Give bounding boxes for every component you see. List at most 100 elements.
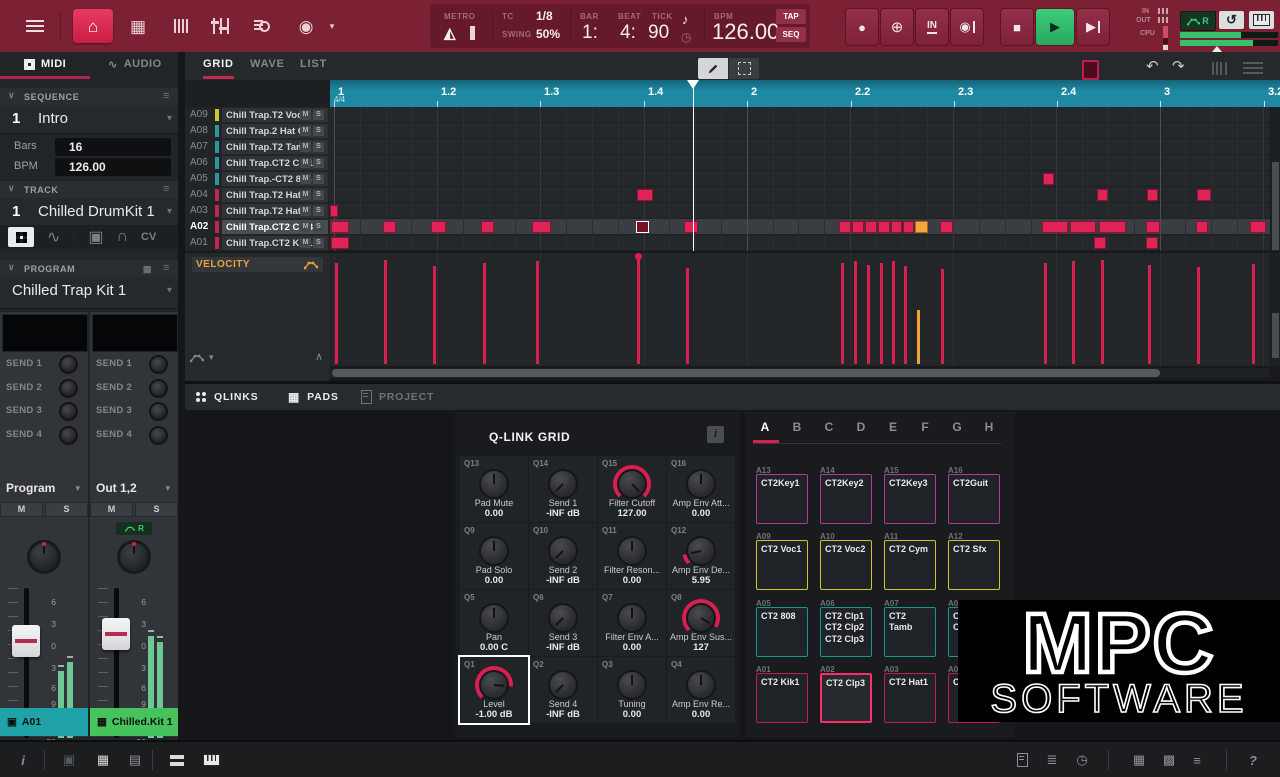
velocity-bar[interactable] [880,263,883,364]
pad-bank-c[interactable]: C [817,420,841,434]
qlink-q9[interactable]: Q9Pad Solo0.00 [460,523,528,589]
marquee-tool-button[interactable] [729,58,759,79]
note-grid[interactable] [330,107,1270,251]
browser-button[interactable] [242,9,282,43]
note-value-icon[interactable]: ♪ [682,12,689,27]
pad-bank-f[interactable]: F [913,420,937,434]
pad-bank-e[interactable]: E [881,420,905,434]
keyboard-icon[interactable] [202,751,220,769]
velocity-bar[interactable] [483,263,486,364]
track-solo-button[interactable]: S [313,110,324,120]
strip-automation-button[interactable]: R [116,522,152,535]
velocity-bar[interactable] [1197,267,1200,364]
velocity-bar[interactable] [904,266,907,364]
track-mute-button[interactable]: M [300,238,311,248]
bpm-field[interactable]: 126.00 [55,158,171,176]
horizontal-scrollbar[interactable] [330,368,1270,378]
send-knob[interactable] [149,355,168,374]
track-row[interactable]: A03Chill Trap.T2 Hat1MS [185,203,330,219]
velocity-bar[interactable] [917,310,920,364]
pad-a11[interactable]: CT2 Cym [884,540,936,590]
velocity-vertical-scrollbar[interactable] [1271,253,1280,366]
velocity-bar[interactable] [536,261,539,364]
audition-icon[interactable] [1212,62,1232,75]
qlink-q14[interactable]: Q14Send 1-INF dB [529,456,597,522]
track-row[interactable]: A01Chill Trap.CT2 Kik1MS [185,235,330,251]
pencil-tool-button[interactable] [698,58,728,79]
midi-note[interactable] [636,221,649,233]
tab-midi[interactable]: MIDI [24,52,66,76]
qlink-q5[interactable]: Q5Pan0.00 C [460,590,528,656]
info-icon[interactable]: i [14,751,32,769]
qlink-q1[interactable]: Q1Level-1.00 dB [460,657,528,723]
velocity-lane[interactable] [330,253,1270,366]
qlink-q8[interactable]: Q8Amp Env Sus...127 [667,590,735,656]
pad-a13[interactable]: CT2Key1 [756,474,808,524]
pad-banks-icon[interactable] [168,751,186,769]
tab-grid[interactable]: GRID [203,52,234,79]
global-automation-button[interactable]: R [1180,11,1216,31]
track-solo-button[interactable]: S [313,142,324,152]
overview-icon[interactable]: ▦ [1130,751,1148,769]
stop-button[interactable]: ■ [1000,8,1034,46]
strip-name-label[interactable]: ▦Chilled.Kit 1 [90,708,178,736]
midi-note[interactable] [684,221,698,233]
info-button[interactable]: i [707,426,724,443]
track-type-midi-icon[interactable]: ∩ [117,228,129,246]
midi-note[interactable] [1042,221,1068,233]
qlink-q15[interactable]: Q15Filter Cutoff127.00 [598,456,666,522]
swing-value[interactable]: 50% [536,27,560,41]
pad-bank-g[interactable]: G [945,420,969,434]
matrix-mode-button[interactable]: ▦ [118,9,158,43]
track-solo-button[interactable]: S [313,238,324,248]
list-edit-icon[interactable]: ≣ [1043,751,1061,769]
track-solo-button[interactable]: S [313,206,324,216]
pan-knob[interactable] [117,540,151,574]
pad-a09[interactable]: CT2 Voc1 [756,540,808,590]
track-row[interactable]: A02Chill Trap.CT2 Clp3MS [185,219,330,235]
file-icon[interactable] [1013,751,1031,769]
send-knob[interactable] [149,426,168,445]
midi-note[interactable] [1043,173,1054,185]
midi-note[interactable] [839,221,851,233]
media-button[interactable]: ◉ [286,9,326,43]
pad-a12[interactable]: CT2 Sfx [948,540,1000,590]
keyboard-toggle-button[interactable] [1249,11,1274,29]
pad-a10[interactable]: CT2 Voc2 [820,540,872,590]
mute-button[interactable]: M [90,502,133,517]
track-mixer-icon[interactable]: ▤ [126,751,144,769]
scrollbar-thumb[interactable] [332,369,1160,377]
program-menu-icon[interactable]: ≡ [163,262,170,274]
midi-note[interactable] [1196,221,1208,233]
track-mute-button[interactable]: M [300,174,311,184]
home-mode-button[interactable]: ⌂ [73,9,113,43]
output-selector[interactable]: Out 1,2 [96,481,137,495]
midi-note[interactable] [1250,221,1266,233]
midi-note[interactable] [891,221,902,233]
midi-note[interactable] [1094,237,1106,249]
midi-note[interactable] [1146,221,1160,233]
locate-icon[interactable]: ▩ [1160,751,1178,769]
grid-vertical-scrollbar[interactable] [1271,107,1280,251]
midi-note[interactable] [1197,189,1211,201]
velocity-bar[interactable] [433,266,436,364]
channel-mixer-button[interactable] [200,9,240,43]
stopwatch-icon[interactable]: ◷ [681,30,691,44]
midi-note[interactable] [331,237,349,249]
track-solo-button[interactable]: S [313,190,324,200]
pad-bank-b[interactable]: B [785,420,809,434]
midi-note[interactable] [1147,189,1158,201]
timeline-tick[interactable]: 2.4 [1057,86,1076,98]
track-row[interactable]: A04Chill Trap.T2 Hat2MS [185,187,330,203]
seq-tempo-button[interactable]: SEQ [776,27,806,42]
midi-note[interactable] [878,221,890,233]
timeline-tick[interactable]: 2.3 [954,86,973,98]
tab-list[interactable]: LIST [300,52,327,76]
track-solo-button[interactable]: S [313,126,324,136]
midi-note[interactable] [330,205,338,217]
play-from-button[interactable]: ◉ [950,8,984,46]
undo-button[interactable]: ↶ [1146,57,1159,75]
velocity-bar[interactable] [384,260,387,364]
midi-note[interactable] [431,221,446,233]
velocity-bar[interactable] [1101,260,1104,364]
